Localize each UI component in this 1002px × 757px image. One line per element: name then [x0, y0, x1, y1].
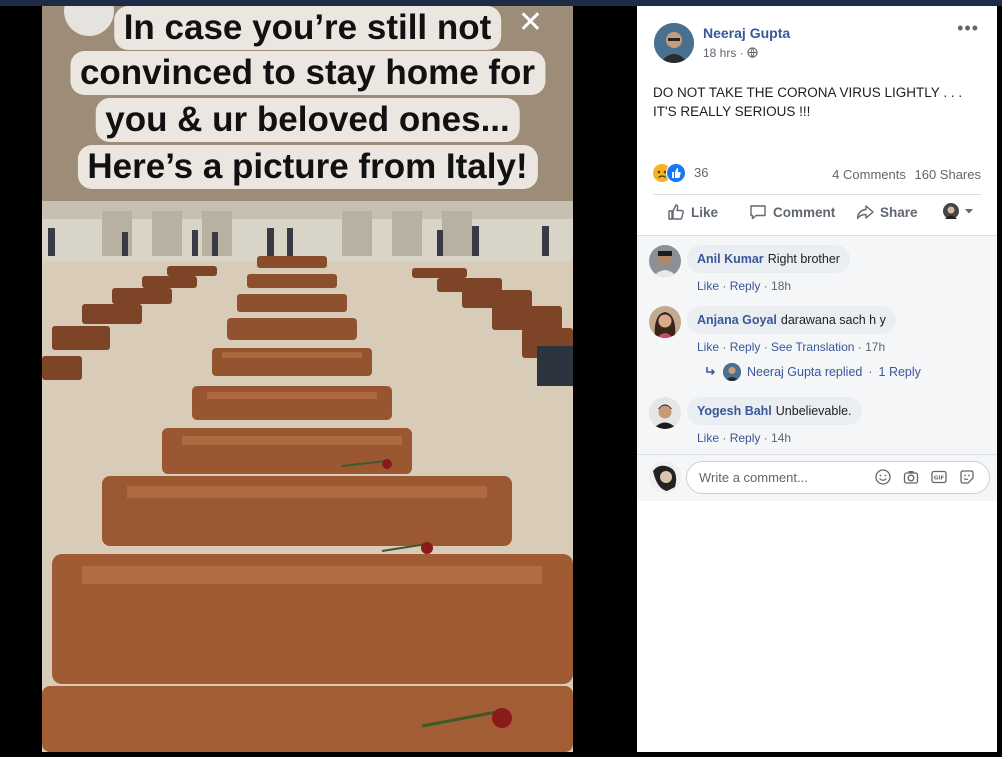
commenter-name[interactable]: Anil Kumar: [697, 252, 764, 266]
post-meta: 18 hrs ·: [703, 46, 758, 60]
commenter-name[interactable]: Yogesh Bahl: [697, 404, 772, 418]
post-text-line: DO NOT TAKE THE CORONA VIRUS LIGHTLY . .…: [653, 85, 963, 100]
meta-separator: ·: [719, 431, 730, 445]
share-label: Share: [880, 204, 918, 220]
emoji-icon[interactable]: [875, 469, 891, 485]
caption-line-1: In case you’re still not: [113, 6, 502, 50]
reply-arrow-icon: [706, 367, 716, 376]
post-panel: Neeraj Gupta 18 hrs · ••• DO NOT TAKE TH…: [637, 6, 997, 752]
post-photo[interactable]: In case you’re still not convinced to st…: [42, 6, 573, 752]
engagement-counts: 4 Comments 160 Shares: [827, 167, 981, 182]
divider: [637, 454, 997, 455]
comment-icon: [750, 205, 766, 220]
comment-text: darawana sach h y: [780, 313, 886, 327]
author-avatar[interactable]: [654, 23, 694, 63]
caption-line-2: convinced to stay home for: [69, 51, 546, 95]
comment-bubble: Yogesh Bahl Unbelievable.: [687, 397, 862, 425]
meta-separator: ·: [854, 340, 866, 354]
comment-text: Right brother: [767, 252, 840, 266]
comment-time[interactable]: 18h: [771, 279, 791, 293]
camera-icon[interactable]: [903, 469, 919, 485]
share-button[interactable]: Share: [856, 203, 918, 221]
current-user-avatar: [649, 461, 681, 493]
close-icon[interactable]: ✕: [518, 8, 543, 38]
meta-separator: ·: [760, 340, 772, 354]
audience-selector[interactable]: [943, 203, 973, 219]
replies-link[interactable]: Neeraj Gupta replied · 1 Reply: [705, 363, 921, 381]
comment-composer: Write a comment... GIF: [637, 461, 997, 501]
meta-separator: ·: [739, 46, 748, 60]
caption-line-4: Here’s a picture from Italy!: [77, 145, 538, 189]
sticker-icon[interactable]: [959, 469, 975, 485]
post-text-line: IT'S REALLY SERIOUS !!!: [653, 104, 811, 119]
caption-line-3: you & ur beloved ones...: [95, 98, 520, 142]
comment-reply-link[interactable]: Reply: [730, 279, 761, 293]
comment-meta: Like · Reply · See Translation · 17h: [697, 340, 885, 354]
comment-time[interactable]: 17h: [865, 340, 885, 354]
like-button[interactable]: Like: [667, 203, 718, 221]
reply-count: 1 Reply: [878, 365, 921, 379]
comment-reply-link[interactable]: Reply: [730, 340, 761, 354]
gif-icon[interactable]: GIF: [931, 469, 947, 485]
commenter-avatar[interactable]: [649, 397, 681, 429]
comment-input[interactable]: Write a comment... GIF: [686, 461, 990, 494]
comment-text: Unbelievable.: [775, 404, 852, 418]
commenter-avatar[interactable]: [649, 245, 681, 277]
comment-button[interactable]: Comment: [749, 203, 835, 221]
comment-like-link[interactable]: Like: [697, 279, 719, 293]
post-text: DO NOT TAKE THE CORONA VIRUS LIGHTLY . .…: [653, 83, 983, 121]
comment-like-link[interactable]: Like: [697, 431, 719, 445]
comment-time[interactable]: 14h: [771, 431, 791, 445]
meta-separator: ·: [760, 279, 772, 293]
like-label: Like: [691, 204, 719, 220]
comment-meta: Like · Reply · 14h: [697, 431, 791, 445]
comment-bubble: Anil Kumar Right brother: [687, 245, 850, 273]
commenter-avatar[interactable]: [649, 306, 681, 338]
comment-reply-link[interactable]: Reply: [730, 431, 761, 445]
meta-separator: ·: [868, 365, 873, 379]
share-icon: [856, 205, 874, 220]
more-options-icon[interactable]: •••: [957, 18, 979, 39]
svg-text:GIF: GIF: [934, 476, 945, 482]
globe-icon: [747, 47, 758, 58]
comment-like-link[interactable]: Like: [697, 340, 719, 354]
comment-label: Comment: [773, 204, 836, 220]
post-time[interactable]: 18 hrs: [703, 46, 736, 60]
author-name[interactable]: Neeraj Gupta: [703, 25, 790, 41]
thumbs-up-icon: [668, 204, 684, 220]
caret-down-icon: [965, 209, 973, 214]
profile-mini-icon: [943, 203, 959, 219]
replier-text: Neeraj Gupta replied: [747, 365, 863, 379]
reaction-count: 36: [694, 165, 709, 180]
comments-section: Anil Kumar Right brother Like · Reply · 1…: [637, 235, 997, 461]
see-translation-link[interactable]: See Translation: [771, 340, 854, 354]
replier-avatar: [723, 363, 741, 381]
shares-count[interactable]: 160 Shares: [915, 167, 982, 182]
comment-bubble: Anjana Goyal darawana sach h y: [687, 306, 896, 334]
comment-meta: Like · Reply · 18h: [697, 279, 791, 293]
commenter-name[interactable]: Anjana Goyal: [697, 313, 777, 327]
meta-separator: ·: [719, 340, 730, 354]
like-reaction-icon: [666, 163, 686, 183]
divider: [653, 194, 981, 195]
post-actions: Like Comment Share: [653, 203, 981, 227]
comment-placeholder: Write a comment...: [699, 470, 808, 485]
meta-separator: ·: [719, 279, 730, 293]
comments-count[interactable]: 4 Comments: [832, 167, 906, 182]
meta-separator: ·: [760, 431, 772, 445]
